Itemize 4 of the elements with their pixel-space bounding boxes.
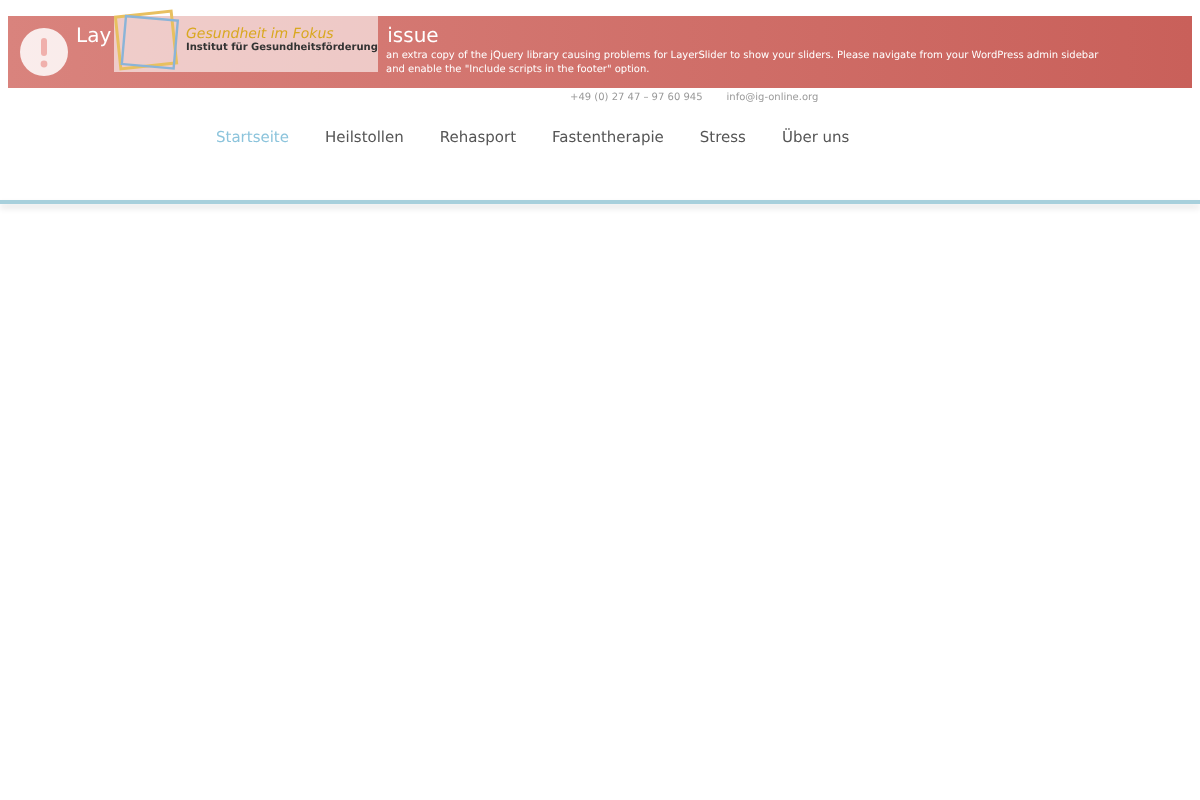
logo-mark-icon: [114, 8, 182, 72]
notice-heading: issue: [387, 26, 439, 50]
alert-icon: [20, 28, 68, 76]
notice-heading: Lay: [76, 26, 112, 50]
